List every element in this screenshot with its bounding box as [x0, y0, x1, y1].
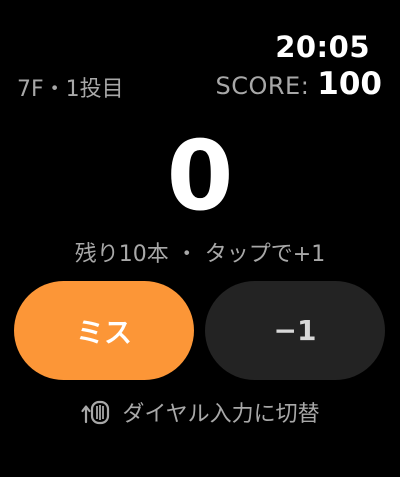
frame-label: 7F・1投目	[17, 77, 124, 102]
dial-input-label: ダイヤル入力に切替	[122, 402, 320, 427]
decrement-button[interactable]: −1	[205, 281, 385, 380]
score-display: SCORE: 100	[215, 66, 382, 102]
status-time: 20:05	[275, 30, 370, 64]
digital-crown-rotate-icon	[80, 398, 112, 426]
instruction-hint: 残り10本 ・ タップで+1	[74, 242, 326, 267]
score-value: 100	[317, 66, 382, 102]
miss-button[interactable]: ミス	[14, 281, 194, 380]
pin-count[interactable]: 0	[0, 128, 400, 224]
dial-input-toggle[interactable]: ダイヤル入力に切替	[0, 396, 400, 428]
score-label: SCORE:	[215, 72, 310, 100]
